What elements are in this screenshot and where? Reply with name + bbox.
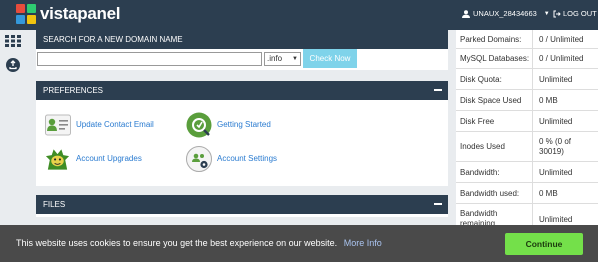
stat-key: Disk Free: [460, 116, 495, 126]
stat-value: Unlimited: [532, 162, 598, 182]
stat-key: Inodes Used: [460, 142, 505, 151]
stat-value: 0 / Unlimited: [532, 30, 598, 48]
top-bar: vistapanel UNAUX_28434663 ▼ LOG OUT: [0, 0, 598, 30]
tld-select[interactable]: .info ▼: [264, 51, 301, 66]
logout-icon: [553, 10, 561, 17]
panel-title: SEARCH FOR A NEW DOMAIN NAME: [43, 35, 183, 44]
check-now-button[interactable]: Check Now: [303, 49, 357, 68]
stat-key: Disk Quota:: [460, 74, 502, 84]
pref-label: Update Contact Email: [76, 120, 154, 129]
getting-started-link[interactable]: Getting Started: [185, 111, 271, 138]
update-contact-email-link[interactable]: Update Contact Email: [44, 111, 154, 138]
logout-button[interactable]: LOG OUT: [553, 9, 597, 18]
stat-value: Unlimited: [532, 69, 598, 89]
collapse-icon[interactable]: [434, 203, 442, 205]
stat-value: 0 % (0 of 30019): [532, 132, 598, 161]
stat-row: Bandwidth used: 0 MB: [456, 183, 598, 204]
search-row: .info ▼ Check Now: [36, 49, 448, 68]
more-info-link[interactable]: More Info: [344, 238, 382, 248]
preferences-header: PREFERENCES: [36, 81, 448, 100]
stat-value: 0 MB: [532, 183, 598, 203]
stat-row: Parked Domains: 0 / Unlimited: [456, 30, 598, 49]
panel-title: PREFERENCES: [43, 86, 104, 95]
chevron-down-icon: ▼: [292, 55, 298, 62]
getting-started-icon: [185, 111, 212, 138]
stat-row: Disk Quota: Unlimited: [456, 69, 598, 90]
stat-key: Parked Domains:: [460, 34, 522, 44]
account-upgrades-link[interactable]: Account Upgrades: [44, 145, 142, 172]
collapse-icon[interactable]: [434, 89, 442, 91]
cookie-message: This website uses cookies to ensure you …: [16, 238, 338, 248]
preferences-panel: PREFERENCES Update Contact Email Getting…: [36, 81, 448, 186]
cookie-message-line: This website uses cookies to ensure you …: [16, 238, 382, 248]
stat-row: Bandwidth: Unlimited: [456, 162, 598, 183]
domain-search-panel: SEARCH FOR A NEW DOMAIN NAME .info ▼ Che…: [36, 30, 448, 70]
logo-mark-icon: [16, 4, 36, 24]
stat-key: MySQL Databases:: [460, 54, 530, 63]
tld-selected: .info: [267, 53, 283, 63]
logout-label: LOG OUT: [563, 9, 597, 18]
caret-down-icon: ▼: [543, 10, 550, 17]
stat-value: 0 / Unlimited: [532, 49, 598, 68]
domain-search-input[interactable]: [37, 51, 262, 66]
stat-row: Disk Free Unlimited: [456, 111, 598, 132]
user-icon: [462, 9, 470, 18]
logo[interactable]: vistapanel: [16, 4, 120, 24]
stat-row: Disk Space Used 0 MB: [456, 90, 598, 111]
pref-label: Account Upgrades: [76, 154, 142, 163]
contact-card-icon: [44, 111, 71, 138]
stat-value: Unlimited: [532, 111, 598, 131]
cookie-continue-button[interactable]: Continue: [505, 233, 583, 255]
files-header: FILES: [36, 195, 448, 214]
account-settings-icon: [185, 145, 212, 172]
account-settings-link[interactable]: Account Settings: [185, 145, 277, 172]
stat-row: MySQL Databases: 0 / Unlimited: [456, 49, 598, 69]
pref-label: Account Settings: [217, 154, 278, 163]
domain-search-header: SEARCH FOR A NEW DOMAIN NAME: [36, 30, 448, 49]
stat-key: Bandwidth used:: [460, 188, 520, 198]
stat-value: 0 MB: [532, 90, 598, 110]
upgrade-mascot-icon: [44, 145, 71, 172]
stat-key: Disk Space Used: [460, 95, 522, 105]
username: UNAUX_28434663: [473, 9, 537, 18]
upload-icon[interactable]: [6, 58, 20, 72]
user-menu[interactable]: UNAUX_28434663 ▼: [462, 9, 550, 18]
files-panel: FILES: [36, 195, 448, 217]
apps-grid-icon[interactable]: [5, 35, 21, 47]
pref-label: Getting Started: [217, 120, 271, 129]
panel-title: FILES: [43, 200, 66, 209]
stat-key: Bandwidth:: [460, 167, 500, 177]
cookie-banner: This website uses cookies to ensure you …: [0, 225, 598, 262]
stat-row: Inodes Used 0 % (0 of 30019): [456, 132, 598, 162]
logo-text: vistapanel: [40, 4, 121, 23]
